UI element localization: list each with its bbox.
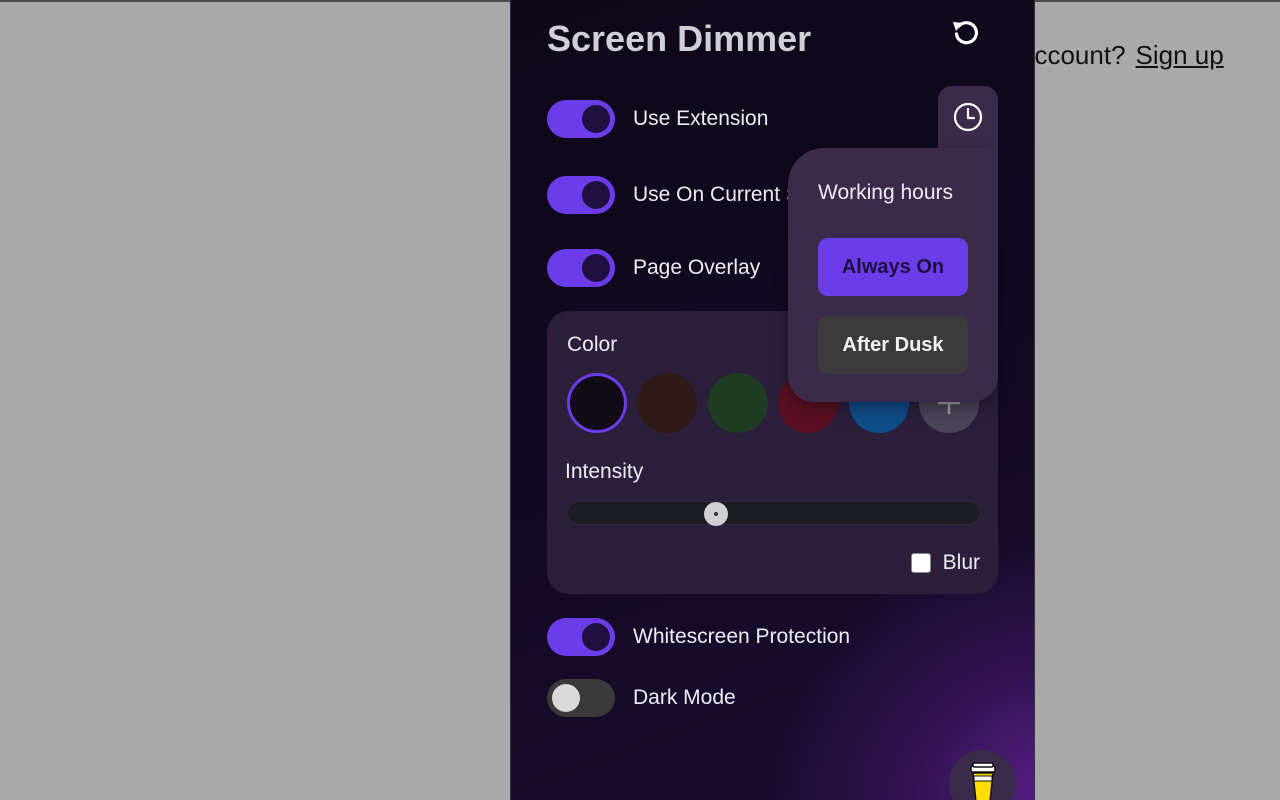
toggle-knob: [582, 254, 610, 282]
intensity-label: Intensity: [565, 460, 644, 483]
color-label: Color: [567, 333, 618, 356]
page-overlay-label: Page Overlay: [633, 256, 761, 279]
whitescreen-protection-row: Whitescreen Protection: [547, 618, 850, 656]
color-swatch-green[interactable]: [708, 373, 768, 433]
signup-prompt-text: account?: [1020, 40, 1126, 70]
blur-checkbox[interactable]: [910, 553, 931, 573]
use-extension-row: Use Extension: [547, 100, 768, 138]
dark-mode-label: Dark Mode: [633, 686, 736, 709]
intensity-slider-thumb[interactable]: [704, 502, 729, 526]
always-on-button[interactable]: Always On: [818, 238, 968, 296]
extension-popup-panel: Screen Dimmer Use Extension Use On Curre…: [510, 0, 1035, 800]
use-extension-toggle[interactable]: [547, 100, 615, 138]
background-signup-prompt: account? Sign up: [1020, 40, 1224, 74]
color-swatch-black[interactable]: [567, 373, 627, 433]
intensity-slider[interactable]: [567, 501, 981, 526]
use-on-current-site-toggle[interactable]: [547, 176, 615, 214]
toggle-knob: [582, 623, 610, 651]
blur-label: Blur: [942, 551, 980, 574]
whitescreen-protection-label: Whitescreen Protection: [633, 625, 851, 648]
clock-icon: [953, 102, 983, 132]
schedule-button[interactable]: [938, 86, 998, 156]
after-dusk-button[interactable]: After Dusk: [818, 316, 968, 374]
use-extension-label: Use Extension: [633, 107, 769, 130]
panel-title: Screen Dimmer: [547, 18, 812, 59]
signup-link[interactable]: Sign up: [1136, 40, 1224, 70]
reset-button[interactable]: [949, 16, 983, 50]
whitescreen-protection-toggle[interactable]: [547, 618, 615, 656]
blur-option: Blur: [910, 551, 980, 575]
toggle-knob: [582, 181, 610, 209]
working-hours-popover: Working hours Always On After Dusk: [788, 148, 998, 402]
toggle-knob: [552, 684, 580, 712]
toggle-knob: [582, 105, 610, 133]
page-overlay-toggle[interactable]: [547, 249, 615, 287]
coffee-cup-icon: [969, 762, 996, 800]
dark-mode-toggle[interactable]: [547, 679, 615, 717]
working-hours-title: Working hours: [818, 181, 954, 204]
buy-me-a-coffee-button[interactable]: [949, 750, 1016, 800]
dark-mode-row: Dark Mode: [547, 679, 736, 717]
reset-icon: [953, 21, 978, 45]
page-overlay-row: Page Overlay: [547, 249, 760, 287]
use-on-current-site-row: Use On Current Site: [547, 176, 822, 214]
color-swatch-brown[interactable]: [637, 373, 697, 433]
